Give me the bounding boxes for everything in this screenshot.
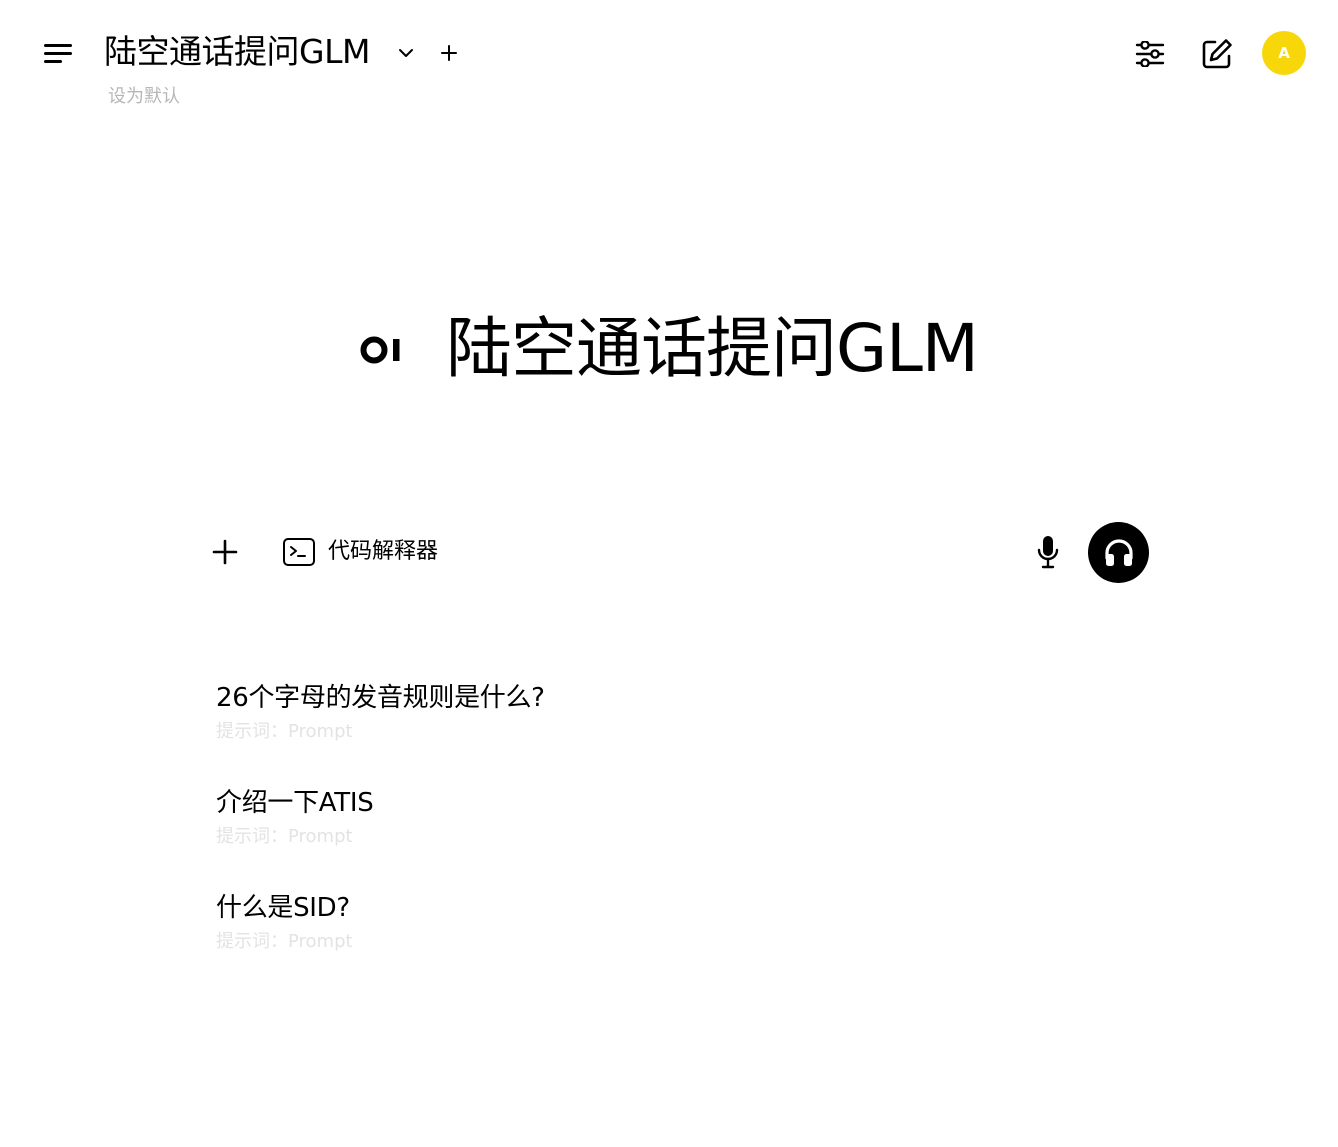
- oi-logo-icon: [360, 336, 400, 364]
- hamburger-menu-icon[interactable]: [40, 36, 76, 70]
- model-selector-name[interactable]: 陆空通话提问GLM: [104, 30, 370, 74]
- controls-button[interactable]: [1130, 34, 1170, 74]
- chat-home-page: 陆空通话提问GLM 设为默认 A 陆空通话提问GLM 代码解释器 26个字母的发…: [0, 0, 1338, 1147]
- headphones-icon: [1104, 538, 1133, 566]
- suggestion-hint: 提示词：Prompt: [216, 826, 353, 847]
- plus-icon: [212, 539, 238, 565]
- terminal-icon: [283, 538, 315, 566]
- add-model-button[interactable]: [436, 40, 462, 66]
- code-interpreter-toggle[interactable]: 代码解释器: [282, 535, 438, 569]
- suggestion-title: 介绍一下ATIS: [216, 788, 374, 818]
- suggestion-title: 26个字母的发音规则是什么?: [216, 683, 545, 713]
- suggestion-hint: 提示词：Prompt: [216, 721, 353, 742]
- user-avatar[interactable]: A: [1262, 31, 1306, 75]
- pencil-square-icon: [1202, 39, 1232, 69]
- sliders-icon: [1135, 41, 1165, 67]
- hero-model-title: 陆空通话提问GLM: [446, 310, 979, 387]
- suggestion-list: 26个字母的发音规则是什么? 提示词：Prompt 介绍一下ATIS 提示词：P…: [216, 680, 916, 995]
- new-chat-button[interactable]: [1196, 33, 1238, 75]
- suggestion-item[interactable]: 什么是SID? 提示词：Prompt: [216, 890, 916, 995]
- attach-button[interactable]: [208, 535, 242, 569]
- suggestion-item[interactable]: 26个字母的发音规则是什么? 提示词：Prompt: [216, 680, 916, 785]
- set-default-link[interactable]: 设为默认: [108, 84, 180, 110]
- plus-icon: [441, 45, 457, 61]
- chevron-down-icon[interactable]: [394, 41, 418, 65]
- suggestion-item[interactable]: 介绍一下ATIS 提示词：Prompt: [216, 785, 916, 890]
- microphone-button[interactable]: [1030, 532, 1066, 572]
- suggestion-title: 什么是SID?: [216, 893, 350, 923]
- suggestion-hint: 提示词：Prompt: [216, 931, 353, 952]
- microphone-icon: [1037, 536, 1059, 569]
- code-interpreter-label: 代码解释器: [328, 539, 439, 564]
- voice-mode-button[interactable]: [1088, 522, 1149, 583]
